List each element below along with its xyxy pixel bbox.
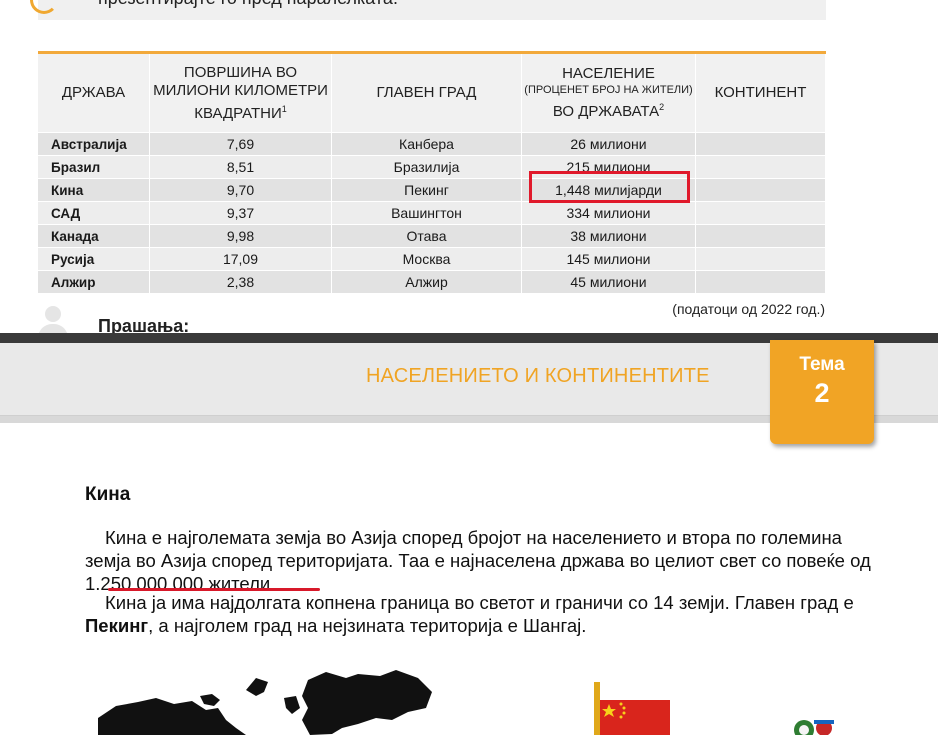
cell-capital: Отава <box>332 225 522 247</box>
cell-capital: Алжир <box>332 271 522 293</box>
cell-capital: Вашингтон <box>332 202 522 224</box>
cell-country: Алжир <box>38 271 150 293</box>
table-row: Алжир 2,38 Алжир 45 милиони <box>38 270 826 293</box>
cell-country: Кина <box>38 179 150 201</box>
source-note: (податоци од 2022 год.) <box>672 301 825 317</box>
table-row: Канада 9,98 Отава 38 милиони <box>38 224 826 247</box>
cell-continent <box>696 248 826 270</box>
tema-label: Тема <box>799 354 845 375</box>
cell-area: 2,38 <box>150 271 332 293</box>
table-row: Кина 9,70 Пекинг 1,448 милијарди <box>38 178 826 201</box>
header-population-bottom: ВО ДРЖАВАТА <box>552 103 660 120</box>
capital-name: Пекинг <box>85 615 149 636</box>
cell-capital: Москва <box>332 248 522 270</box>
paragraph-2: Кина ја има најдолгата копнена граница в… <box>85 591 875 637</box>
cell-capital: Пекинг <box>332 179 522 201</box>
table-header: ДРЖАВА ПОВРШИНА ВО МИЛИОНИ КИЛОМЕТРИ КВА… <box>38 54 826 132</box>
top-instruction-text: презентирајте го пред паралелката. <box>98 0 398 9</box>
cell-area: 8,51 <box>150 156 332 178</box>
cell-country: Бразил <box>38 156 150 178</box>
table-row: САД 9,37 Вашингтон 334 милиони <box>38 201 826 224</box>
tema-number: 2 <box>814 378 830 408</box>
world-map-image <box>98 670 432 735</box>
paragraph-2-end: , а најголем град на нејзината териториј… <box>148 615 587 636</box>
table-row: Русија 17,09 Москва 145 милиони <box>38 247 826 270</box>
header-country: ДРЖАВА <box>38 54 150 132</box>
cell-area: 9,37 <box>150 202 332 224</box>
header-population: НАСЕЛЕНИЕ (ПРОЦЕНЕТ БРОЈ НА ЖИТЕЛИ) ВО Д… <box>522 54 696 132</box>
cell-capital: Канбера <box>332 133 522 155</box>
tema-badge: Тема 2 <box>770 340 874 444</box>
country-table: ДРЖАВА ПОВРШИНА ВО МИЛИОНИ КИЛОМЕТРИ КВА… <box>38 51 826 293</box>
person-icon <box>38 306 68 338</box>
header-area: ПОВРШИНА ВО МИЛИОНИ КИЛОМЕТРИ КВАДРАТНИ1 <box>150 54 332 132</box>
cell-continent <box>696 271 826 293</box>
cell-country: САД <box>38 202 150 224</box>
cell-capital: Бразилија <box>332 156 522 178</box>
header-population-mid: (ПРОЦЕНЕТ БРОЈ НА ЖИТЕЛИ) <box>524 84 693 96</box>
cell-continent <box>696 202 826 224</box>
table-row: Австралија 7,69 Канбера 26 милиони <box>38 132 826 155</box>
cell-population: 26 милиони <box>522 133 696 155</box>
chapter-title: НАСЕЛЕНИЕТО И КОНТИНЕНТИТЕ <box>366 365 710 387</box>
cell-area: 7,69 <box>150 133 332 155</box>
paragraph-1-text: Кина е најголемата земја во Азија според… <box>85 527 871 571</box>
china-flag-image <box>594 682 670 735</box>
paragraph-1: Кина е најголемата земја во Азија според… <box>85 526 875 595</box>
header-area-sup: 1 <box>281 103 287 114</box>
cell-area: 9,70 <box>150 179 332 201</box>
cell-continent <box>696 133 826 155</box>
header-area-text: ПОВРШИНА ВО МИЛИОНИ КИЛОМЕТРИ КВАДРАТНИ <box>153 63 328 122</box>
cell-country: Австралија <box>38 133 150 155</box>
header-continent: КОНТИНЕНТ <box>696 54 826 132</box>
cell-population: 38 милиони <box>522 225 696 247</box>
cell-area: 9,98 <box>150 225 332 247</box>
cell-continent <box>696 179 826 201</box>
section-title: Кина <box>85 484 131 505</box>
cell-country: Канада <box>38 225 150 247</box>
paragraph-2-text: Кина ја има најдолгата копнена граница в… <box>105 592 854 613</box>
cell-continent <box>696 156 826 178</box>
cell-population: 334 милиони <box>522 202 696 224</box>
cell-population: 45 милиони <box>522 271 696 293</box>
cell-area: 17,09 <box>150 248 332 270</box>
header-capital: ГЛАВЕН ГРАД <box>332 54 522 132</box>
emblem-image <box>794 720 834 735</box>
highlight-box <box>529 171 690 203</box>
cell-continent <box>696 225 826 247</box>
cell-population: 145 милиони <box>522 248 696 270</box>
header-population-top: НАСЕЛЕНИЕ <box>562 65 655 82</box>
header-population-sup: 2 <box>659 102 665 112</box>
cell-country: Русија <box>38 248 150 270</box>
table-row: Бразил 8,51 Бразилија 215 милиони <box>38 155 826 178</box>
